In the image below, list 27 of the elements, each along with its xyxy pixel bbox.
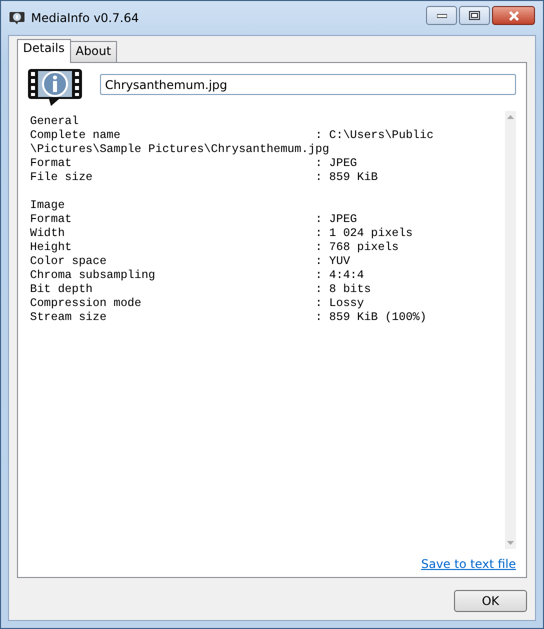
section-heading: Image xyxy=(30,199,66,213)
tab[interactable]: Details xyxy=(17,39,71,63)
tab[interactable]: About xyxy=(70,41,118,62)
report-line: Compression mode : Lossy xyxy=(30,297,365,311)
info-film-icon xyxy=(28,69,82,107)
report-line: Color space : YUV xyxy=(30,255,352,269)
report-line: Bit depth : 8 bits xyxy=(30,283,372,297)
report-line: Format : JPEG xyxy=(30,157,358,171)
report-line: Complete name : C:\Users\Public\Pictures\Sample Pictures\Chrysanthemum.jpg xyxy=(30,129,434,157)
section-heading: General xyxy=(30,115,80,129)
app-icon xyxy=(9,11,25,25)
report-line: Stream size : 859 KiB (100%) xyxy=(30,311,428,325)
ok-button[interactable]: OK xyxy=(454,590,527,612)
close-button[interactable] xyxy=(492,6,535,25)
report-line: File size : 859 KiB xyxy=(30,171,379,185)
file-name-field[interactable]: Chrysanthemum.jpg xyxy=(100,74,516,95)
window-title: MediaInfo v0.7.64 xyxy=(31,11,140,25)
report-line: Chroma subsampling : 4:4:4 xyxy=(30,269,365,283)
minimize-icon xyxy=(436,14,446,18)
report-line: Format : JPEG xyxy=(30,213,358,227)
save-to-text-file-link[interactable]: Save to text file xyxy=(421,557,516,571)
report-line: Height : 768 pixels xyxy=(30,241,400,255)
close-icon xyxy=(508,10,520,20)
minimize-button[interactable] xyxy=(426,6,457,25)
maximize-button[interactable] xyxy=(459,6,490,25)
report-line: Width : 1 024 pixels xyxy=(30,227,414,241)
maximize-icon xyxy=(469,11,480,20)
